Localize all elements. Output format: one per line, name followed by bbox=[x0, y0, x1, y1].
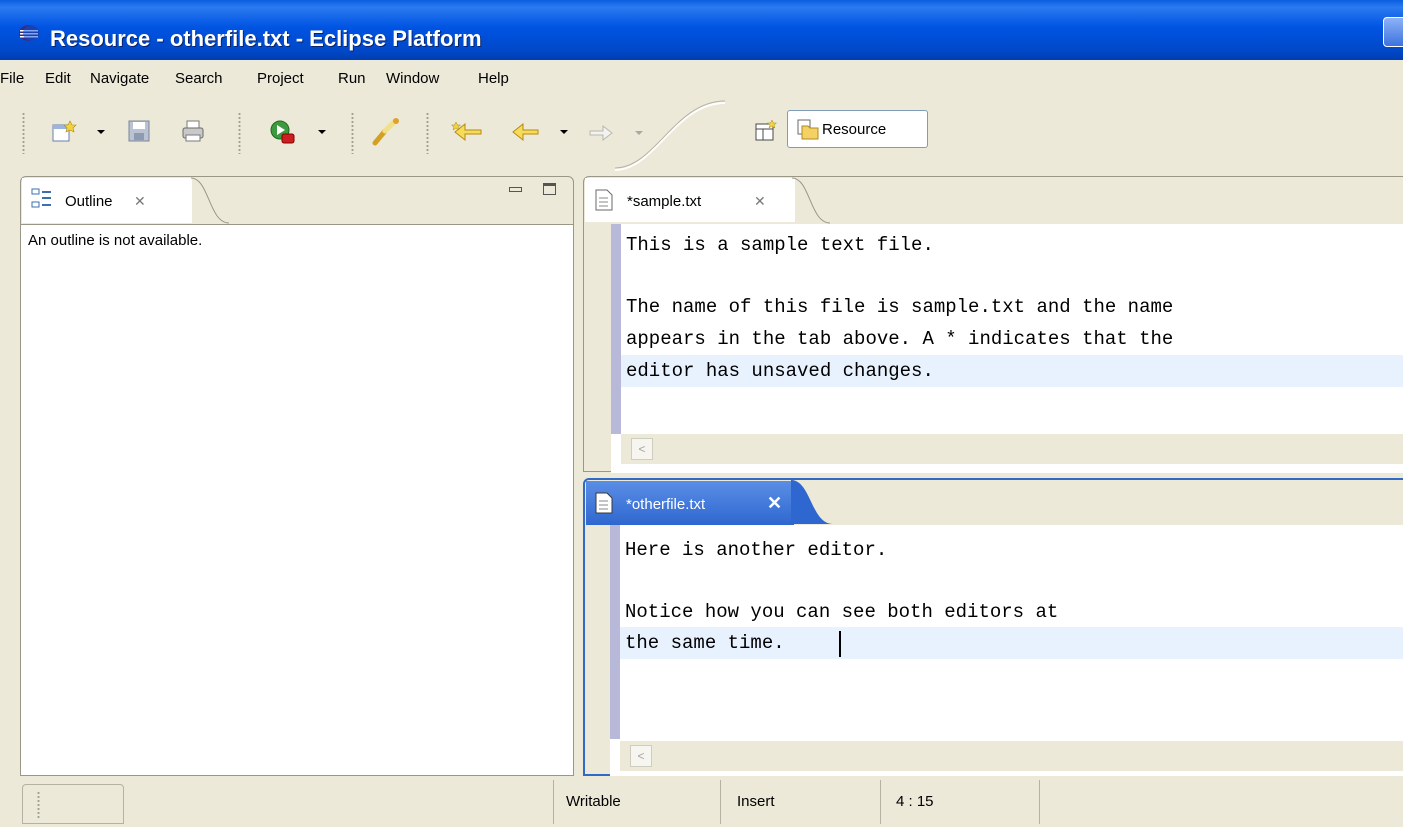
scroll-left-icon[interactable]: < bbox=[630, 745, 652, 767]
menu-project[interactable]: Project bbox=[257, 70, 304, 87]
text-caret bbox=[839, 631, 841, 657]
otherfile-tab-label: *otherfile.txt bbox=[626, 496, 706, 513]
menu-search[interactable]: Search bbox=[175, 70, 223, 87]
tab-sample-txt[interactable]: *sample.txt ✕ bbox=[585, 178, 795, 222]
resource-perspective-icon bbox=[797, 119, 819, 140]
maximize-view-icon[interactable] bbox=[543, 183, 556, 195]
text-file-icon bbox=[595, 189, 613, 211]
outline-view: Outline ✕ bbox=[20, 176, 574, 776]
sample-tab-label: *sample.txt bbox=[627, 193, 702, 210]
otherfile-tab-curve bbox=[791, 480, 833, 524]
main-toolbar bbox=[0, 100, 1403, 172]
editor-line: Here is another editor. bbox=[625, 539, 888, 561]
menu-edit[interactable]: Edit bbox=[45, 70, 71, 87]
toolbar-divider-curve bbox=[615, 100, 726, 171]
resource-perspective-label: Resource bbox=[822, 121, 887, 138]
status-writable: Writable bbox=[566, 793, 621, 810]
title-bar: Resource - otherfile.txt - Eclipse Platf… bbox=[0, 0, 1403, 60]
open-perspective-icon[interactable] bbox=[754, 119, 778, 143]
editor-sample-text-area[interactable]: This is a sample text file. The name of … bbox=[611, 224, 1403, 473]
minimize-window-button[interactable] bbox=[1383, 17, 1403, 47]
sample-tab-curve bbox=[792, 177, 831, 224]
menu-window[interactable]: Window bbox=[386, 70, 439, 87]
close-icon[interactable]: ✕ bbox=[134, 193, 146, 210]
save-icon[interactable] bbox=[128, 120, 150, 142]
outline-tab-label: Outline bbox=[65, 193, 113, 210]
editor-line: This is a sample text file. bbox=[626, 234, 934, 256]
last-edit-icon[interactable] bbox=[451, 120, 487, 144]
minimize-view-icon[interactable] bbox=[509, 187, 522, 192]
outline-icon bbox=[31, 188, 51, 208]
editor-line: editor has unsaved changes. bbox=[626, 360, 934, 382]
new-dropdown-arrow[interactable] bbox=[97, 130, 105, 134]
horizontal-scrollbar[interactable]: < bbox=[620, 741, 1403, 771]
search-icon[interactable] bbox=[371, 117, 403, 147]
forward-icon[interactable] bbox=[587, 122, 617, 144]
new-wizard-icon[interactable] bbox=[51, 119, 77, 143]
editor-line: the same time. bbox=[625, 632, 785, 654]
close-icon[interactable]: ✕ bbox=[754, 193, 766, 210]
status-insert-mode: Insert bbox=[737, 793, 775, 810]
editor-sample-gutter bbox=[611, 224, 621, 434]
resource-perspective-button[interactable]: Resource bbox=[787, 110, 928, 148]
menu-help[interactable]: Help bbox=[478, 70, 509, 87]
text-file-icon bbox=[595, 492, 613, 514]
toolbar-grip[interactable] bbox=[351, 112, 354, 154]
status-cursor-position: 4 : 15 bbox=[896, 793, 934, 810]
outline-tab-curve bbox=[191, 177, 230, 224]
toolbar-grip[interactable] bbox=[426, 112, 429, 154]
run-dropdown-arrow[interactable] bbox=[318, 130, 326, 134]
editor-otherfile: Here is another editor. Notice how you c… bbox=[583, 478, 1403, 776]
forward-dropdown-arrow[interactable] bbox=[635, 131, 643, 135]
outline-content bbox=[21, 224, 573, 775]
toolbar-grip[interactable] bbox=[22, 112, 25, 154]
scroll-left-icon[interactable]: < bbox=[631, 438, 653, 460]
menu-file[interactable]: File bbox=[0, 70, 24, 87]
editor-line: The name of this file is sample.txt and … bbox=[626, 296, 1174, 318]
toolbar-grip[interactable] bbox=[238, 112, 241, 154]
eclipse-icon bbox=[19, 25, 39, 41]
editor-otherfile-gutter bbox=[610, 525, 620, 739]
horizontal-scrollbar[interactable]: < bbox=[621, 434, 1403, 464]
run-icon[interactable] bbox=[268, 118, 298, 146]
menu-navigate[interactable]: Navigate bbox=[90, 70, 149, 87]
tab-otherfile-txt[interactable]: *otherfile.txt ✕ bbox=[586, 481, 794, 525]
editor-line: appears in the tab above. A * indicates … bbox=[626, 328, 1174, 350]
editor-sample: This is a sample text file. The name of … bbox=[583, 176, 1403, 473]
back-dropdown-arrow[interactable] bbox=[560, 130, 568, 134]
menu-bar: File Edit Navigate Search Project Run Wi… bbox=[0, 63, 1403, 95]
menu-run[interactable]: Run bbox=[338, 70, 366, 87]
window-title: Resource - otherfile.txt - Eclipse Platf… bbox=[50, 26, 482, 51]
fast-view-bar[interactable] bbox=[22, 784, 124, 824]
back-icon[interactable] bbox=[510, 120, 542, 144]
print-icon[interactable] bbox=[181, 119, 205, 143]
close-icon[interactable]: ✕ bbox=[767, 493, 782, 514]
editor-otherfile-text-area[interactable]: Here is another editor. Notice how you c… bbox=[610, 525, 1403, 776]
editor-line: Notice how you can see both editors at bbox=[625, 601, 1059, 623]
status-grip[interactable] bbox=[37, 791, 40, 819]
outline-message: An outline is not available. bbox=[28, 232, 203, 249]
tab-outline[interactable]: Outline ✕ bbox=[22, 178, 192, 223]
